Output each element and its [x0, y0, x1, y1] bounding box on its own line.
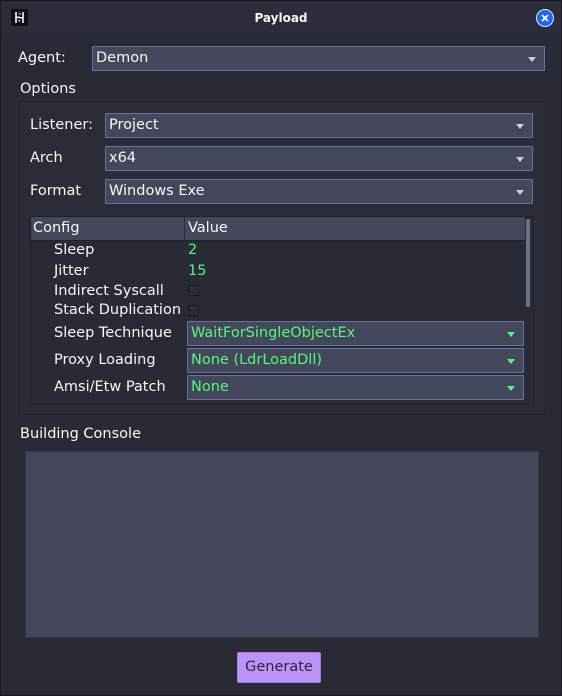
- column-divider: [184, 217, 185, 240]
- chevron-down-icon: [516, 157, 524, 162]
- chevron-down-icon: [516, 190, 524, 195]
- value-column-header[interactable]: Value: [188, 220, 228, 236]
- window-title: Payload: [254, 11, 308, 25]
- close-button[interactable]: [536, 9, 554, 27]
- indirect-syscall-label: Indirect Syscall: [54, 283, 164, 299]
- chevron-down-icon: [528, 57, 536, 62]
- format-select-value: Windows Exe: [109, 183, 205, 199]
- arch-select-value: x64: [109, 150, 137, 166]
- arch-select[interactable]: x64: [105, 146, 533, 171]
- listener-select-value: Project: [109, 117, 159, 133]
- chevron-down-icon: [507, 359, 515, 364]
- stack-duplication-checkbox[interactable]: [188, 305, 199, 316]
- proxy-loading-select[interactable]: None (LdrLoadDll): [187, 348, 524, 373]
- building-console-output[interactable]: [25, 451, 539, 638]
- table-scrollbar-thumb[interactable]: [526, 219, 530, 307]
- sleep-technique-label: Sleep Technique: [54, 325, 172, 341]
- payload-window: Payload Agent: Demon Options Listener: P…: [0, 0, 562, 696]
- amsi-etw-patch-value: None: [191, 379, 229, 395]
- arch-label: Arch: [30, 150, 63, 166]
- stack-duplication-label: Stack Duplication: [54, 302, 182, 318]
- config-table-header: Config Value: [31, 217, 525, 241]
- title-bar[interactable]: Payload: [1, 1, 561, 35]
- options-group-title: Options: [20, 81, 76, 97]
- proxy-loading-label: Proxy Loading: [54, 352, 156, 368]
- sleep-label: Sleep: [54, 242, 95, 258]
- listener-label: Listener:: [30, 117, 93, 133]
- config-column-header[interactable]: Config: [33, 220, 80, 236]
- sleep-technique-value: WaitForSingleObjectEx: [191, 325, 356, 341]
- agent-select-value: Demon: [96, 50, 149, 66]
- format-label: Format: [30, 183, 82, 199]
- format-select[interactable]: Windows Exe: [105, 179, 533, 204]
- amsi-etw-patch-label: Amsi/Etw Patch: [54, 379, 166, 395]
- building-console-title: Building Console: [20, 426, 141, 442]
- config-table[interactable]: Config Value Sleep 2 Jitter 15 Indirect …: [30, 216, 534, 405]
- sleep-technique-select[interactable]: WaitForSingleObjectEx: [187, 321, 524, 346]
- proxy-loading-value: None (LdrLoadDll): [191, 352, 323, 368]
- sleep-value[interactable]: 2: [188, 242, 197, 258]
- jitter-value[interactable]: 15: [188, 263, 206, 279]
- chevron-down-icon: [507, 332, 515, 337]
- agent-select[interactable]: Demon: [92, 46, 545, 71]
- agent-label: Agent:: [18, 50, 66, 66]
- chevron-down-icon: [516, 124, 524, 129]
- amsi-etw-patch-select[interactable]: None: [187, 375, 524, 400]
- jitter-label: Jitter: [54, 263, 89, 279]
- chevron-down-icon: [507, 386, 515, 391]
- indirect-syscall-checkbox[interactable]: [188, 285, 199, 296]
- close-icon: [541, 14, 549, 22]
- listener-select[interactable]: Project: [105, 113, 533, 138]
- generate-button[interactable]: Generate: [237, 652, 321, 683]
